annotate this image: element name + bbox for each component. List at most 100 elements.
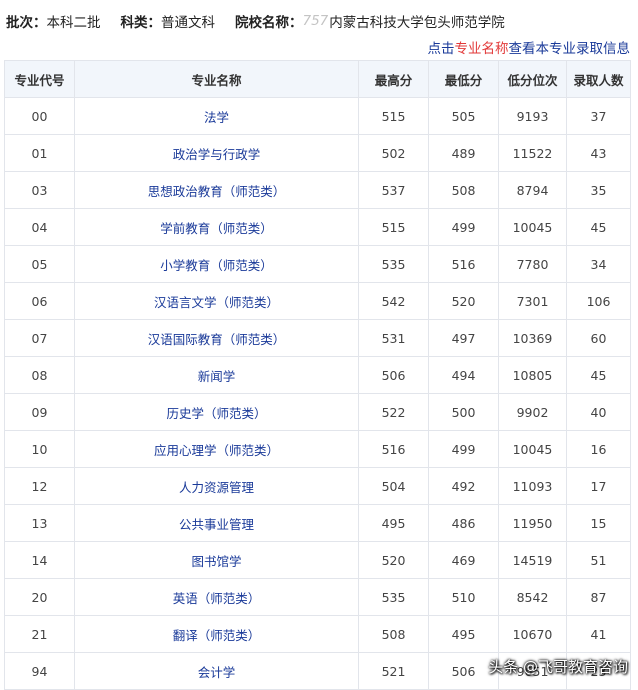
min-rank-cell: 7780: [498, 245, 567, 283]
major-code-cell: 08: [4, 356, 75, 394]
major-admission-table: 专业代号 专业名称 最高分 最低分 低分位次 录取人数 00 法学 515 505 91…: [4, 60, 631, 690]
admitted-count-cell: 106: [566, 282, 631, 320]
min-rank-cell: 11093: [498, 467, 567, 505]
table-header-row: 专业代号 专业名称 最高分 最低分 低分位次 录取人数: [4, 60, 631, 98]
hint-suffix: 查看本专业录取信息: [508, 41, 631, 57]
major-code-cell: 14: [4, 541, 75, 579]
max-score-cell: 521: [358, 652, 429, 690]
major-name-link[interactable]: 汉语国际教育（师范类）: [74, 319, 359, 357]
table-row: 09 历史学（师范类） 522 500 9902 40: [4, 393, 631, 431]
min-rank-cell: 10045: [498, 430, 567, 468]
min-score-cell: 516: [428, 245, 499, 283]
table-row: 07 汉语国际教育（师范类） 531 497 10369 60: [4, 319, 631, 357]
min-score-cell: 500: [428, 393, 499, 431]
admitted-count-cell: 34: [566, 245, 631, 283]
max-score-cell: 537: [358, 171, 429, 209]
table-row: 08 新闻学 506 494 10805 45: [4, 356, 631, 394]
category-value: 普通文科: [161, 15, 215, 31]
table-row: 01 政治学与行政学 502 489 11522 43: [4, 134, 631, 172]
max-score-cell: 542: [358, 282, 429, 320]
major-name-link[interactable]: 人力资源管理: [74, 467, 359, 505]
hint-highlight: 专业名称: [454, 41, 509, 57]
major-code-cell: 01: [4, 134, 75, 172]
max-score-cell: 515: [358, 97, 429, 135]
major-name-link[interactable]: 历史学（师范类）: [74, 393, 359, 431]
min-score-cell: 508: [428, 171, 499, 209]
major-name-link[interactable]: 思想政治教育（师范类）: [74, 171, 359, 209]
major-code-cell: 20: [4, 578, 75, 616]
max-score-cell: 516: [358, 430, 429, 468]
batch-label: 批次：: [6, 15, 47, 31]
min-score-cell: 494: [428, 356, 499, 394]
major-name-link[interactable]: 汉语言文学（师范类）: [74, 282, 359, 320]
admitted-count-cell: 15: [566, 504, 631, 542]
max-score-cell: 531: [358, 319, 429, 357]
header-min-rank: 低分位次: [498, 60, 567, 98]
major-name-link[interactable]: 学前教育（师范类）: [74, 208, 359, 246]
max-score-cell: 495: [358, 504, 429, 542]
max-score-cell: 522: [358, 393, 429, 431]
major-name-link[interactable]: 小学教育（师范类）: [74, 245, 359, 283]
admitted-count-cell: 40: [566, 393, 631, 431]
table-row: 04 学前教育（师范类） 515 499 10045 45: [4, 208, 631, 246]
admitted-count-cell: 45: [566, 356, 631, 394]
min-score-cell: 499: [428, 430, 499, 468]
min-score-cell: 497: [428, 319, 499, 357]
table-row: 13 公共事业管理 495 486 11950 15: [4, 504, 631, 542]
major-code-cell: 09: [4, 393, 75, 431]
max-score-cell: 535: [358, 578, 429, 616]
min-score-cell: 520: [428, 282, 499, 320]
major-code-cell: 94: [4, 652, 75, 690]
min-rank-cell: 10369: [498, 319, 567, 357]
max-score-cell: 508: [358, 615, 429, 653]
min-score-cell: 489: [428, 134, 499, 172]
header-admitted-count: 录取人数: [566, 60, 631, 98]
admitted-count-cell: 41: [566, 615, 631, 653]
major-name-link[interactable]: 新闻学: [74, 356, 359, 394]
major-code-cell: 12: [4, 467, 75, 505]
min-score-cell: 510: [428, 578, 499, 616]
min-score-cell: 495: [428, 615, 499, 653]
table-row: 00 法学 515 505 9193 37: [4, 97, 631, 135]
table-row: 14 图书馆学 520 469 14519 51: [4, 541, 631, 579]
major-code-cell: 07: [4, 319, 75, 357]
header-major-code: 专业代号: [4, 60, 75, 98]
max-score-cell: 502: [358, 134, 429, 172]
min-score-cell: 469: [428, 541, 499, 579]
header-max-score: 最高分: [358, 60, 429, 98]
max-score-cell: 535: [358, 245, 429, 283]
table-row: 12 人力资源管理 504 492 11093 17: [4, 467, 631, 505]
major-name-link[interactable]: 法学: [74, 97, 359, 135]
max-score-cell: 506: [358, 356, 429, 394]
major-code-cell: 05: [4, 245, 75, 283]
major-name-link[interactable]: 应用心理学（师范类）: [74, 430, 359, 468]
admitted-count-cell: 45: [566, 208, 631, 246]
min-score-cell: 505: [428, 97, 499, 135]
major-name-link[interactable]: 英语（师范类）: [74, 578, 359, 616]
batch-value: 本科二批: [46, 15, 101, 31]
watermark: 头条 @飞哥教育咨询: [488, 658, 628, 676]
admitted-count-cell: 87: [566, 578, 631, 616]
min-rank-cell: 10045: [498, 208, 567, 246]
admitted-count-cell: 43: [566, 134, 631, 172]
min-rank-cell: 9902: [498, 393, 567, 431]
admitted-count-cell: 60: [566, 319, 631, 357]
school-name: 内蒙古科技大学包头师范学院: [329, 15, 505, 31]
major-name-link[interactable]: 图书馆学: [74, 541, 359, 579]
click-hint: 点击 专业名称 查看本专业录取信息: [428, 36, 631, 58]
major-code-cell: 13: [4, 504, 75, 542]
min-rank-cell: 11522: [498, 134, 567, 172]
major-name-link[interactable]: 翻译（师范类）: [74, 615, 359, 653]
min-score-cell: 486: [428, 504, 499, 542]
min-rank-cell: 8542: [498, 578, 567, 616]
admitted-count-cell: 35: [566, 171, 631, 209]
admitted-count-cell: 16: [566, 430, 631, 468]
major-name-link[interactable]: 会计学: [74, 652, 359, 690]
max-score-cell: 515: [358, 208, 429, 246]
major-code-cell: 04: [4, 208, 75, 246]
major-name-link[interactable]: 政治学与行政学: [74, 134, 359, 172]
min-rank-cell: 10805: [498, 356, 567, 394]
min-rank-cell: 11950: [498, 504, 567, 542]
table-row: 03 思想政治教育（师范类） 537 508 8794 35: [4, 171, 631, 209]
major-name-link[interactable]: 公共事业管理: [74, 504, 359, 542]
